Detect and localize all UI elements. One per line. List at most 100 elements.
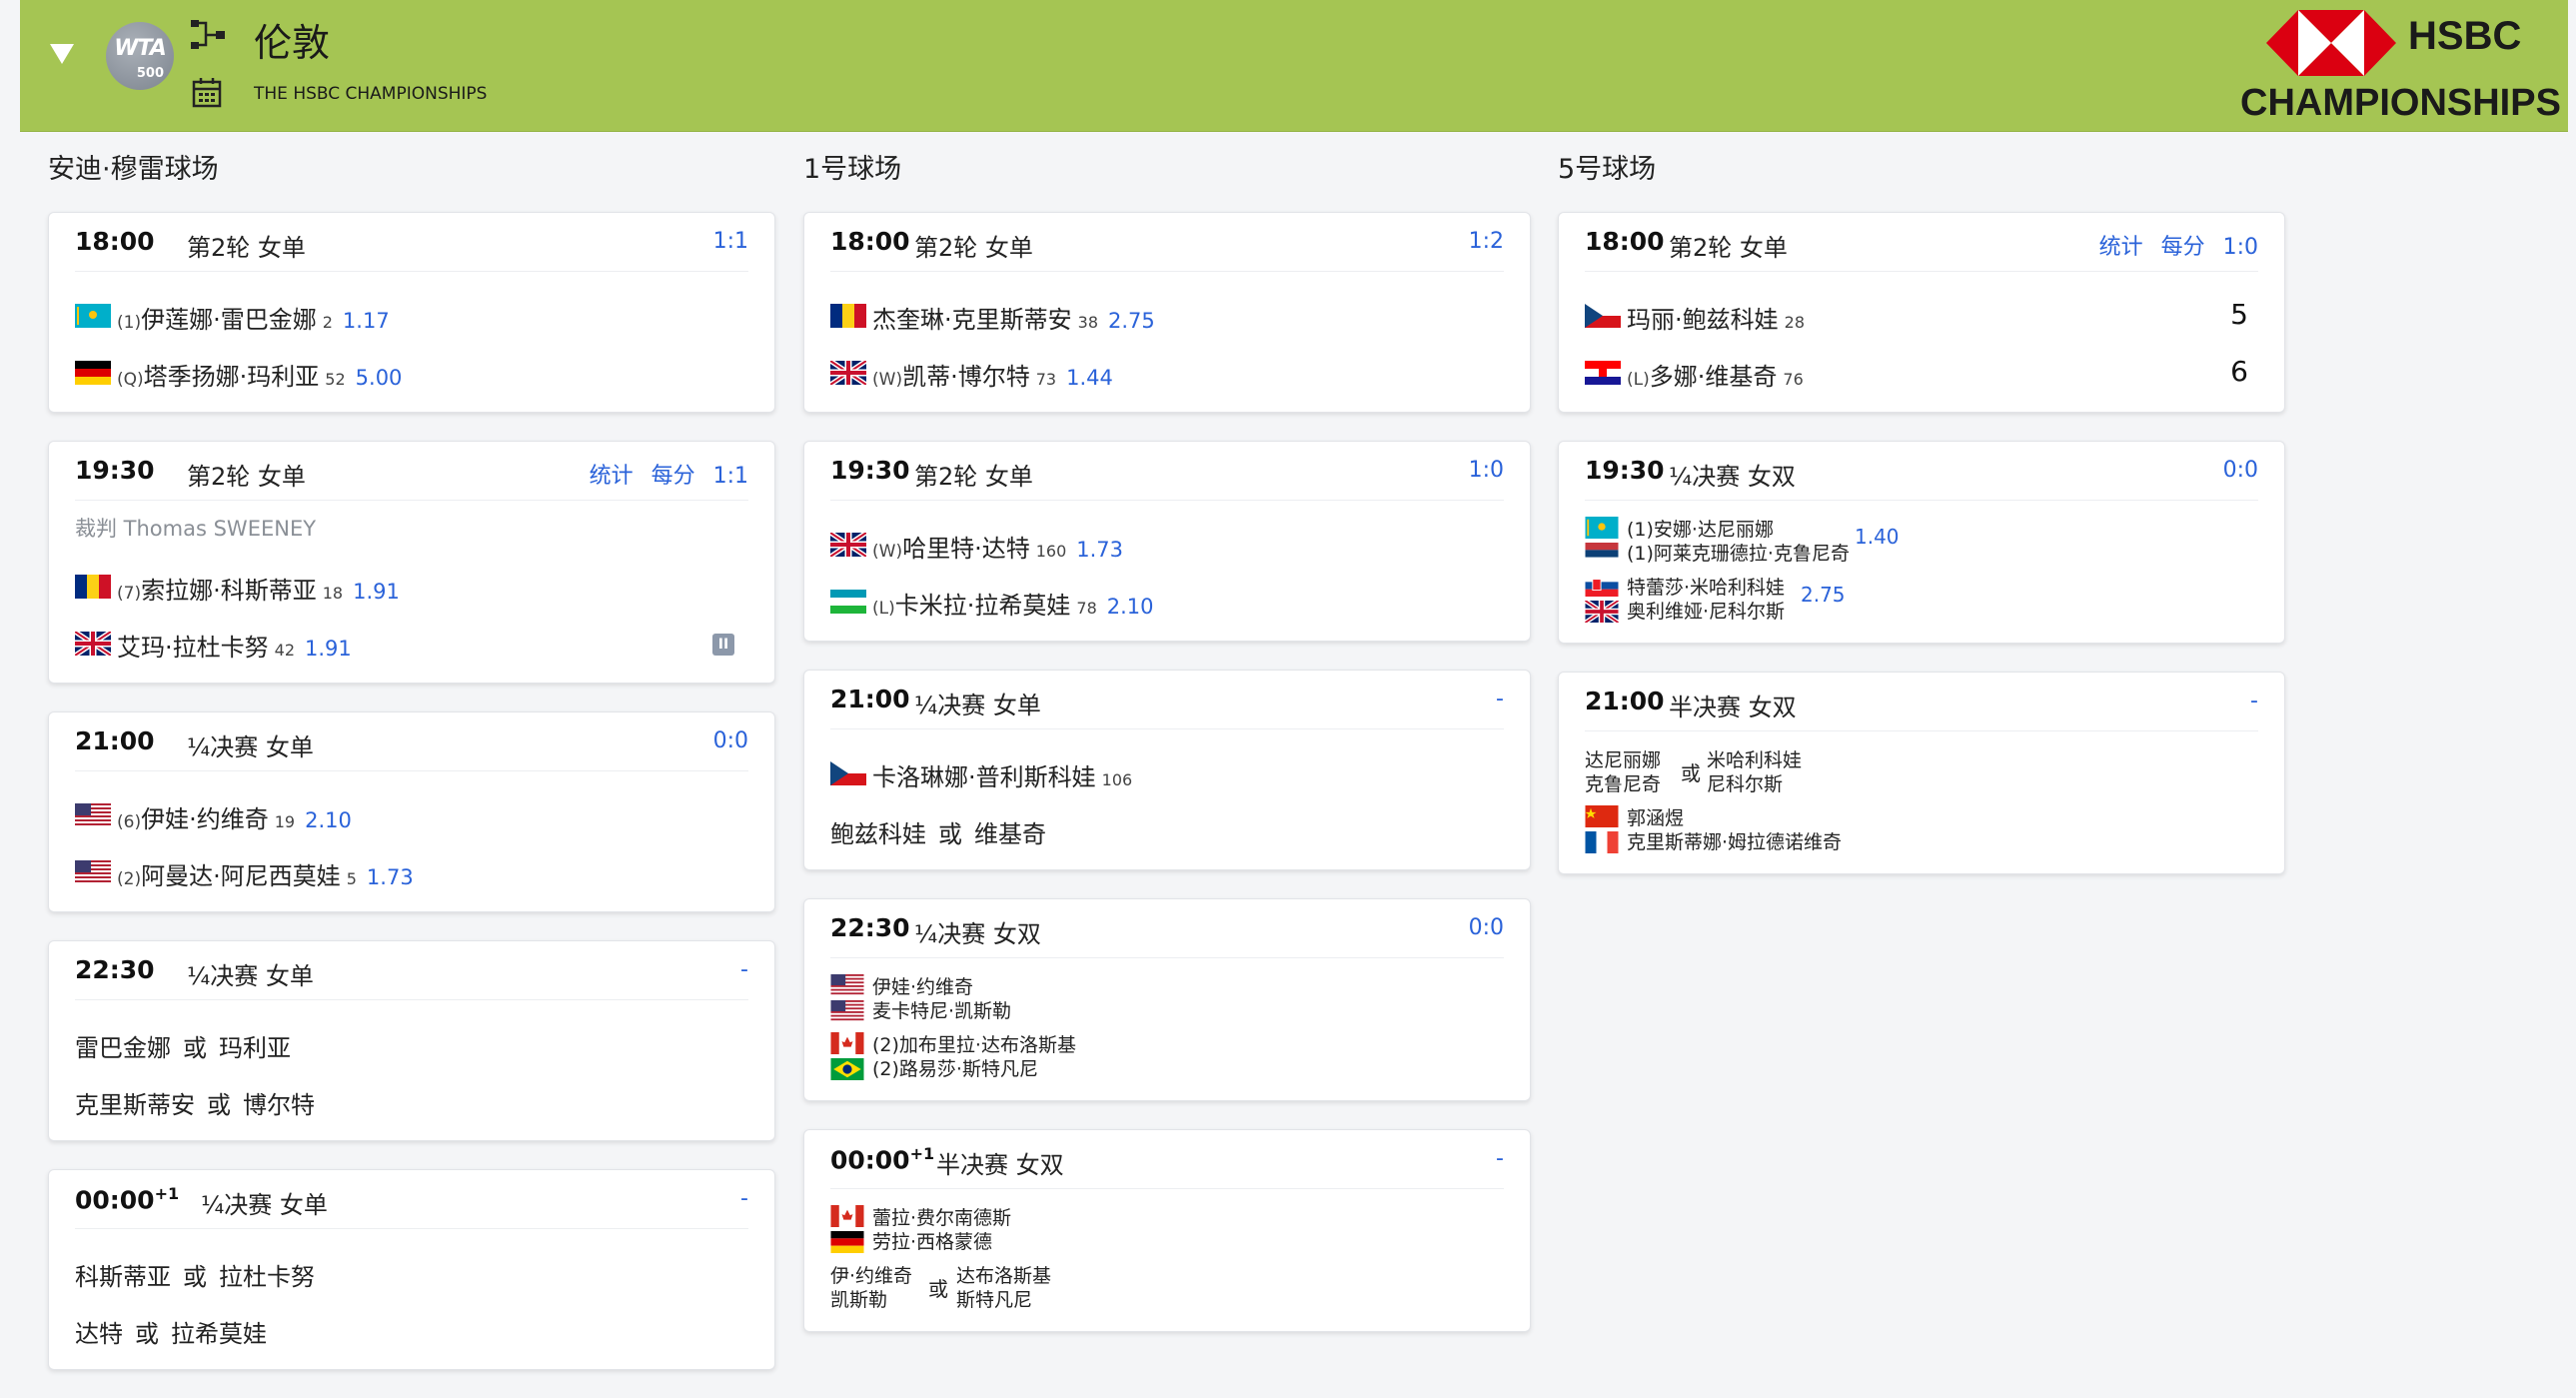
doubles-team-row[interactable]: 郭涵煜 克里斯蒂娜·姆拉德诺维奇 <box>1585 801 2258 859</box>
stats-link[interactable]: 统计 <box>590 464 634 489</box>
match-header: 19:30 第2轮 女单 统计 每分 1:1 <box>75 442 748 501</box>
player-name: (2)加布里拉·达布洛斯基 <box>872 1034 1076 1056</box>
match-card[interactable]: 22:30 ¼决赛 女双 0:0 伊娃·约维奇 麦卡特尼·凯斯勒 (2)加布里拉… <box>803 898 1531 1101</box>
match-round: 第2轮 女单 <box>187 463 306 491</box>
match-card[interactable]: 22:30 ¼决赛 女单 - 雷巴金娜或玛利亚 克里斯蒂安或博尔特 <box>48 940 775 1141</box>
player-row[interactable]: (L)卡米拉·拉希莫娃 78 2.10 <box>830 570 1504 627</box>
player-odds[interactable]: 2.10 <box>305 808 352 832</box>
player-row[interactable]: (6)伊娃·约维奇 19 2.10 <box>75 783 748 840</box>
match-round: 第2轮 女单 <box>187 234 306 262</box>
player-name: (2)路易莎·斯特凡尼 <box>872 1058 1038 1080</box>
doubles-team-row[interactable]: (2)加布里拉·达布洛斯基 (2)路易莎·斯特凡尼 <box>830 1028 1504 1086</box>
match-card[interactable]: 18:00 第2轮 女单 1:2 杰奎琳·克里斯蒂安 38 2.75 (W)凯蒂·博… <box>803 212 1531 413</box>
player-row[interactable]: (W)凯蒂·博尔特 73 1.44 <box>830 341 1504 398</box>
match-round: ¼决赛 女双 <box>1669 463 1796 491</box>
match-score-link[interactable]: - <box>2250 689 2258 713</box>
player-row[interactable]: (7)索拉娜·科斯蒂亚 18 1.91 <box>75 555 748 612</box>
doubles-team-row[interactable]: 伊娃·约维奇 麦卡特尼·凯斯勒 <box>830 970 1504 1028</box>
match-card[interactable]: 21:00 ¼决赛 女单 0:0 (6)伊娃·约维奇 19 2.10 (2)阿曼达·… <box>48 711 775 912</box>
player-row[interactable]: 卡洛琳娜·普利斯科娃 106 <box>830 741 1504 798</box>
stats-link[interactable]: 统计 <box>2099 235 2143 260</box>
player-odds[interactable]: 5.00 <box>356 366 403 390</box>
match-time: 21:00 <box>1585 687 1665 715</box>
player-odds[interactable]: 1.73 <box>1076 538 1123 562</box>
sponsor-event: CHAMPIONSHIPS <box>2240 82 2561 124</box>
per-point-link[interactable]: 每分 <box>2161 235 2205 260</box>
match-card[interactable]: 00:00+1 ¼决赛 女单 - 科斯蒂亚或拉杜卡努 达特或拉希莫娃 <box>48 1169 775 1370</box>
match-card[interactable]: 00:00+1 半决赛 女双 - 蕾拉·费尔南德斯 劳拉·西格蒙德 伊·约维奇 … <box>803 1129 1531 1332</box>
player-a: 达特 <box>75 1320 123 1348</box>
player-rank: 19 <box>274 812 296 831</box>
player-seed: (W) <box>872 542 903 562</box>
match-card[interactable]: 21:00 ¼决赛 女单 - 卡洛琳娜·普利斯科娃 106 鲍兹科娃或维基奇 <box>803 670 1531 870</box>
match-score-link[interactable]: - <box>740 1186 748 1211</box>
player-row[interactable]: 杰奎琳·克里斯蒂安 38 2.75 <box>830 284 1504 341</box>
collapse-arrow-icon[interactable] <box>50 44 74 64</box>
player-seed: (2) <box>117 869 142 889</box>
match-score-link[interactable]: 1:2 <box>1469 229 1504 254</box>
player-odds[interactable]: 1.91 <box>305 637 352 661</box>
match-score-link[interactable]: - <box>1496 687 1504 711</box>
doubles-team-row[interactable]: 特蕾莎·米哈利科娃 奥利维娅·尼科尔斯 2.75 <box>1585 571 2258 629</box>
player-name: 阿曼达·阿尼西莫娃 <box>141 862 341 890</box>
match-round: 第2轮 女单 <box>1669 234 1788 262</box>
player-odds[interactable]: 1.73 <box>367 865 414 889</box>
player-b: 博尔特 <box>243 1091 315 1119</box>
match-score-link[interactable]: - <box>740 957 748 982</box>
match-card[interactable]: 19:30 ¼决赛 女双 0:0 (1)安娜·达尼丽娜 (1)阿莱克珊德拉·克鲁… <box>1558 441 2285 644</box>
flag-croatia-icon <box>1585 361 1621 385</box>
match-score-link[interactable]: - <box>1496 1146 1504 1171</box>
match-time: 19:30 <box>830 456 910 485</box>
player-row[interactable]: (2)阿曼达·阿尼西莫娃 5 1.73 <box>75 840 748 897</box>
player-odds[interactable]: 1.17 <box>343 309 390 333</box>
match-score-link[interactable]: 1:1 <box>713 229 748 254</box>
player-name: 伊莲娜·雷巴金娜 <box>141 306 317 334</box>
match-card[interactable]: 18:00 第2轮 女单 统计 每分 1:0 玛丽·鲍兹科娃 28 5 (L)多娜·维… <box>1558 212 2285 413</box>
calendar-icon[interactable] <box>192 76 222 108</box>
player-odds[interactable]: 1.91 <box>353 580 400 604</box>
player-odds[interactable]: 2.10 <box>1107 595 1154 619</box>
player-row[interactable]: 艾玛·拉杜卡努 42 1.91 II <box>75 612 748 669</box>
match-card[interactable]: 19:30 第2轮 女单 统计 每分 1:1 裁判 Thomas SWEENEY (… <box>48 441 775 684</box>
doubles-team-row[interactable]: (1)安娜·达尼丽娜 (1)阿莱克珊德拉·克鲁尼奇 1.40 <box>1585 513 2258 571</box>
match-card[interactable]: 19:30 第2轮 女单 1:0 (W)哈里特·达特 160 1.73 (L)卡米拉… <box>803 441 1531 642</box>
flag-czechia-icon <box>1585 304 1621 328</box>
bracket-icon[interactable] <box>190 18 226 52</box>
match-card[interactable]: 21:00 半决赛 女双 - 达尼丽娜 克鲁尼奇 或 米哈利科娃 尼科尔斯 郭涵… <box>1558 672 2285 874</box>
player-row[interactable]: (1)伊莲娜·雷巴金娜 2 1.17 <box>75 284 748 341</box>
player-rank: 5 <box>346 869 357 888</box>
team-b-player: 达布洛斯基 <box>956 1265 1052 1287</box>
match-round: ¼决赛 女单 <box>187 962 314 990</box>
match-score-link[interactable]: 0:0 <box>713 728 748 753</box>
player-name: 郭涵煜 <box>1627 807 1685 829</box>
player-name: (1)安娜·达尼丽娜 <box>1627 519 1774 541</box>
doubles-team-row[interactable]: 蕾拉·费尔南德斯 劳拉·西格蒙德 <box>830 1201 1504 1259</box>
match-score-link[interactable]: 1:1 <box>713 464 748 489</box>
flag-usa-icon <box>830 974 864 996</box>
player-row[interactable]: (W)哈里特·达特 160 1.73 <box>830 513 1504 570</box>
flag-kazakhstan-icon <box>75 304 111 328</box>
team-odds[interactable]: 1.40 <box>1855 525 1900 549</box>
player-odds[interactable]: 2.75 <box>1108 309 1155 333</box>
player-row[interactable]: (Q)塔季扬娜·玛利亚 52 5.00 <box>75 341 748 398</box>
flag-uzbekistan-icon <box>830 590 866 614</box>
team-odds[interactable]: 2.75 <box>1801 583 1846 607</box>
per-point-link[interactable]: 每分 <box>651 464 695 489</box>
player-odds[interactable]: 1.44 <box>1066 366 1113 390</box>
match-score-link[interactable]: 0:0 <box>1469 915 1504 940</box>
match-header: 19:30 第2轮 女单 1:0 <box>830 442 1504 501</box>
flag-uk-icon <box>830 361 866 385</box>
player-name: 艾玛·拉杜卡努 <box>117 634 269 662</box>
match-header: 18:00 第2轮 女单 1:1 <box>75 213 748 272</box>
match-card[interactable]: 18:00 第2轮 女单 1:1 (1)伊莲娜·雷巴金娜 2 1.17 (Q)塔季扬… <box>48 212 775 413</box>
player-row[interactable]: 玛丽·鲍兹科娃 28 5 <box>1585 284 2258 341</box>
match-header: 18:00 第2轮 女单 统计 每分 1:0 <box>1585 213 2258 272</box>
player-a: 科斯蒂亚 <box>75 1263 171 1291</box>
match-score-link[interactable]: 1:0 <box>1469 458 1504 483</box>
match-score-link[interactable]: 0:0 <box>2223 458 2258 483</box>
match-time: 21:00 <box>830 685 910 713</box>
team-b-player: 斯特凡尼 <box>956 1289 1033 1311</box>
player-name: 卡米拉·拉希莫娃 <box>894 592 1071 620</box>
match-score-link[interactable]: 1:0 <box>2223 235 2258 260</box>
player-row[interactable]: (L)多娜·维基奇 76 6 <box>1585 341 2258 398</box>
